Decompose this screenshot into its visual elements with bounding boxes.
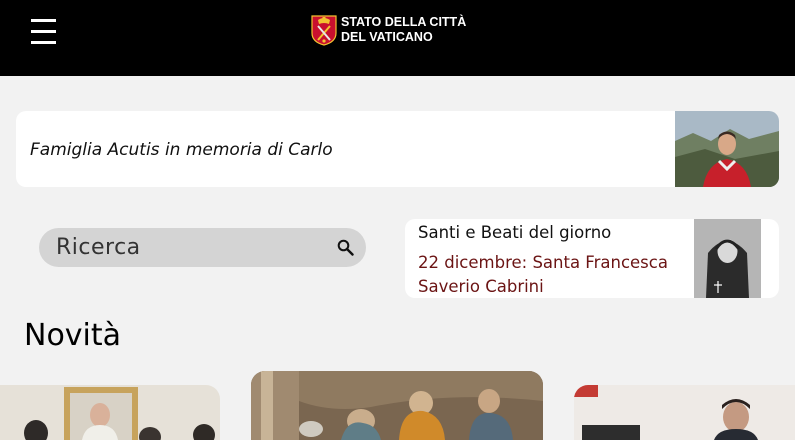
saint-portrait-image [694, 219, 761, 298]
news-card-2[interactable] [251, 371, 543, 440]
featured-news-image [675, 111, 779, 187]
site-logo[interactable]: STATO DELLA CITTÀ DEL VATICANO [311, 14, 466, 46]
featured-news-card[interactable]: Famiglia Acutis in memoria di Carlo [16, 111, 779, 187]
news-card-1-image [0, 385, 220, 440]
news-card-3[interactable] [574, 385, 795, 440]
news-card-2-image [251, 371, 543, 440]
search-icon[interactable] [337, 239, 354, 256]
hamburger-menu-icon[interactable] [31, 19, 56, 46]
featured-news-title: Famiglia Acutis in memoria di Carlo [30, 140, 333, 160]
search-input[interactable]: Ricerca [39, 228, 366, 267]
logo-line-2: DEL VATICANO [341, 30, 433, 44]
logo-line-1: STATO DELLA CITTÀ [341, 15, 467, 29]
vatican-crest-icon [311, 15, 337, 46]
news-card-3-image [574, 385, 795, 440]
top-header: STATO DELLA CITTÀ DEL VATICANO [0, 0, 795, 76]
saint-of-the-day-link[interactable]: 22 dicembre: Santa Francesca Saverio Cab… [418, 251, 688, 298]
news-card-1[interactable] [0, 385, 220, 440]
saints-of-the-day-card[interactable]: Santi e Beati del giorno 22 dicembre: Sa… [405, 219, 779, 298]
search-placeholder: Ricerca [56, 235, 141, 260]
news-section-title: Novità [24, 318, 122, 353]
saints-heading: Santi e Beati del giorno [418, 223, 612, 242]
